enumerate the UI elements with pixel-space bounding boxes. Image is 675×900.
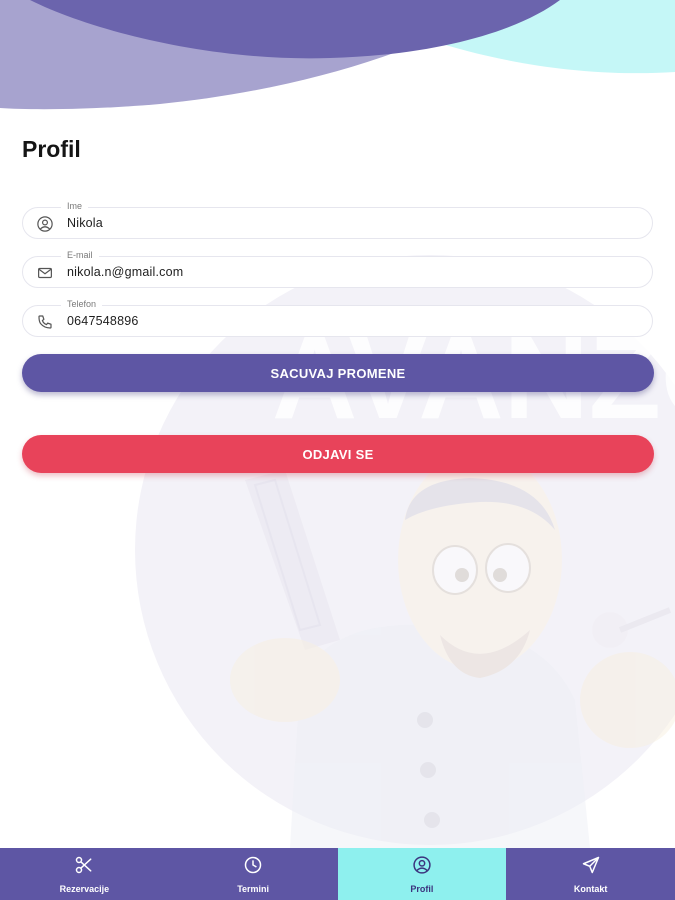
phone-input[interactable] <box>67 306 627 336</box>
phone-field: Telefon <box>22 298 653 337</box>
user-circle-icon <box>412 855 432 880</box>
logout-button[interactable]: ODJAVI SE <box>22 435 654 473</box>
name-input[interactable] <box>67 208 627 238</box>
phone-icon <box>36 313 54 331</box>
email-input[interactable] <box>67 257 627 287</box>
send-icon <box>581 855 601 880</box>
scissors-icon <box>74 855 94 880</box>
nav-label: Profil <box>410 883 434 894</box>
nav-item-profil[interactable]: Profil <box>337 848 507 900</box>
profile-screen: Profil Ime E-mail Telefon <box>0 0 675 848</box>
nav-label: Rezervacije <box>59 883 110 894</box>
user-circle-icon <box>36 215 54 233</box>
clock-icon <box>243 855 263 880</box>
nav-label: Termini <box>237 883 270 894</box>
nav-item-kontakt[interactable]: Kontakt <box>506 848 675 900</box>
name-field: Ime <box>22 200 653 239</box>
save-changes-button[interactable]: SACUVAJ PROMENE <box>22 354 654 392</box>
nav-label: Kontakt <box>573 883 608 894</box>
bottom-navigation: Rezervacije Termini Profil Kontakt <box>0 848 675 900</box>
page-title: Profil <box>22 136 81 162</box>
nav-item-rezervacije[interactable]: Rezervacije <box>0 848 169 900</box>
nav-item-termini[interactable]: Termini <box>169 848 338 900</box>
email-field: E-mail <box>22 249 653 288</box>
mail-icon <box>36 264 54 282</box>
